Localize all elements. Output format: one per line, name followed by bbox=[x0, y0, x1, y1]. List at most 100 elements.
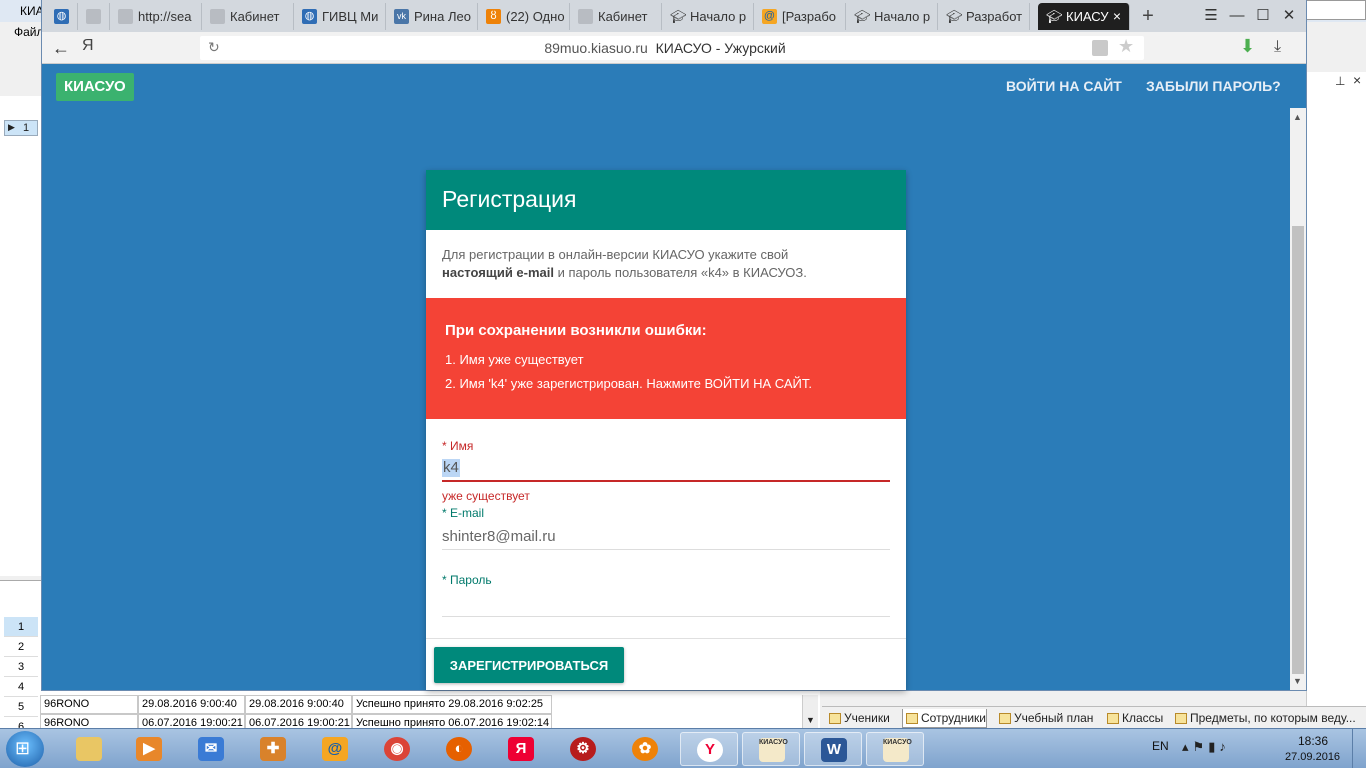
maximize-button[interactable]: ☐ bbox=[1250, 4, 1276, 28]
taskbar-kiasuo[interactable]: КИАСУО bbox=[742, 732, 800, 766]
background-search-field[interactable] bbox=[1306, 0, 1366, 20]
menu-file[interactable]: Файл bbox=[14, 25, 44, 39]
taskbar-chrome[interactable]: ◉ bbox=[368, 732, 426, 766]
browser-tab-active[interactable]: 🎓︎ КИАСУ × bbox=[1038, 3, 1130, 30]
windows-logo-icon: ⊞ bbox=[15, 738, 31, 758]
scrollbar-thumb[interactable] bbox=[1292, 226, 1304, 674]
grid-row-number[interactable]: 4 bbox=[4, 677, 38, 697]
taskbar-explorer[interactable] bbox=[60, 732, 118, 766]
close-tab-icon[interactable]: × bbox=[1113, 3, 1121, 30]
taskbar-media-player[interactable]: ▶ bbox=[120, 732, 178, 766]
tab-staff[interactable]: Сотрудники bbox=[902, 709, 987, 728]
scroll-down-icon[interactable]: ▼ bbox=[806, 715, 815, 725]
browser-tab[interactable]: vk Рина Лео bbox=[386, 3, 478, 30]
forgot-password-link[interactable]: ЗАБЫЛИ ПАРОЛЬ? bbox=[1146, 78, 1281, 94]
tab-students[interactable]: Ученики bbox=[826, 709, 890, 728]
kiasuo-app-icon: КИАСУО bbox=[883, 738, 912, 762]
taskbar-app[interactable]: ✚ bbox=[244, 732, 302, 766]
browser-tab[interactable]: ȣ (22) Одно bbox=[478, 3, 570, 30]
login-link[interactable]: ВОЙТИ НА САЙТ bbox=[1006, 78, 1122, 94]
background-app-toolbar bbox=[0, 44, 44, 72]
card-title: Регистрация bbox=[442, 186, 577, 212]
password-input[interactable] bbox=[442, 591, 890, 617]
grid-row-number[interactable]: 2 bbox=[4, 637, 38, 657]
page-scrollbar[interactable]: ▲ ▼ bbox=[1290, 108, 1306, 690]
language-indicator[interactable]: EN bbox=[1152, 739, 1169, 753]
tab-subjects[interactable]: Предметы, по которым веду... bbox=[1172, 709, 1356, 728]
browser-tab[interactable]: 🎓︎ Начало р bbox=[662, 3, 754, 30]
volume-icon[interactable]: ♪ bbox=[1219, 739, 1230, 754]
download-icon[interactable]: ⤓ bbox=[1274, 38, 1281, 56]
minimize-button[interactable]: — bbox=[1224, 4, 1250, 28]
table-scrollbar[interactable]: ▼ bbox=[802, 695, 818, 731]
table-cell: 29.08.2016 9:00:40 bbox=[138, 695, 245, 714]
mail-icon: ✉ bbox=[198, 737, 224, 761]
back-button[interactable]: ← bbox=[50, 36, 72, 60]
graduation-cap-icon: 🎓︎ bbox=[1046, 9, 1063, 24]
scroll-up-icon[interactable]: ▲ bbox=[1293, 112, 1302, 122]
network-icon[interactable]: ⚑ bbox=[1193, 739, 1209, 754]
clock-time[interactable]: 18:36 bbox=[1298, 734, 1328, 748]
close-icon[interactable]: × bbox=[1353, 72, 1361, 88]
yandex-logo[interactable]: Я bbox=[82, 37, 94, 55]
taskbar-mail[interactable]: ✉ bbox=[182, 732, 240, 766]
tab-classes[interactable]: Классы bbox=[1104, 709, 1163, 728]
browser-tab[interactable]: 🎓︎ Начало р bbox=[846, 3, 938, 30]
grid-row-number[interactable]: 1 bbox=[4, 617, 38, 637]
new-tab-button[interactable]: + bbox=[1136, 3, 1160, 29]
download-arrow-green-icon[interactable]: ⬇ bbox=[1240, 36, 1255, 57]
clock-date[interactable]: 27.09.2016 bbox=[1285, 751, 1340, 763]
browser-tab[interactable]: http://sea bbox=[110, 3, 202, 30]
page-icon bbox=[118, 9, 133, 24]
browser-tab[interactable]: @ [Разрабо bbox=[754, 3, 846, 30]
app-red-icon: ⚙ bbox=[570, 737, 596, 761]
grid-row-selected[interactable]: ▶ 1 bbox=[4, 120, 38, 136]
page-content: КИАСУО ВОЙТИ НА САЙТ ЗАБЫЛИ ПАРОЛЬ? ▲ ▼ … bbox=[42, 64, 1306, 690]
browser-tab[interactable]: 🎓︎ Разработ bbox=[938, 3, 1030, 30]
table-cell: 96RONO bbox=[40, 695, 138, 714]
scroll-down-icon[interactable]: ▼ bbox=[1293, 676, 1302, 686]
background-tabstrip: Ученики Сотрудники Учебный план Классы П… bbox=[822, 706, 1366, 728]
table-icon bbox=[999, 713, 1011, 724]
browser-tab[interactable]: ◍ ГИВЦ Ми bbox=[294, 3, 386, 30]
globe-icon: ◍ bbox=[302, 9, 317, 24]
taskbar-app-red[interactable]: ⚙ bbox=[554, 732, 612, 766]
background-side-pane: ⊥ × bbox=[1306, 72, 1366, 708]
browser-tab[interactable]: Кабинет bbox=[202, 3, 294, 30]
show-desktop-button[interactable] bbox=[1352, 729, 1366, 768]
brand-logo[interactable]: КИАСУО bbox=[56, 73, 134, 101]
name-input[interactable] bbox=[442, 456, 890, 482]
grid-row-number[interactable]: 3 bbox=[4, 657, 38, 677]
taskbar-yandex-browser[interactable]: Y bbox=[680, 732, 738, 766]
email-input[interactable] bbox=[442, 524, 890, 550]
browser-tab[interactable]: Кабинет bbox=[570, 3, 662, 30]
error-item: 1. Имя уже существует bbox=[445, 352, 584, 367]
taskbar-mail-agent[interactable]: @ bbox=[306, 732, 364, 766]
card-intro: Для регистрации в онлайн-версии КИАСУО у… bbox=[442, 247, 807, 280]
url-text: 89muo.kiasuo.ru КИАСУО - Ужурский bbox=[200, 40, 1130, 56]
taskbar-kiasuo-2[interactable]: КИАСУО bbox=[866, 732, 924, 766]
tab-curriculum[interactable]: Учебный план bbox=[996, 709, 1093, 728]
lock-icon[interactable] bbox=[1092, 40, 1108, 56]
browser-tabbar: ◍ http://sea Кабинет ◍ ГИВЦ Ми vk Рина Лео… bbox=[42, 0, 1306, 32]
taskbar-word[interactable]: W bbox=[804, 732, 862, 766]
grid-row-number[interactable]: 5 bbox=[4, 697, 38, 717]
taskbar-ok[interactable]: ✿ bbox=[616, 732, 674, 766]
browser-tab[interactable] bbox=[78, 3, 110, 30]
taskbar-firefox[interactable]: ◐ bbox=[430, 732, 488, 766]
table-icon bbox=[829, 713, 841, 724]
card-header: Регистрация bbox=[426, 170, 906, 230]
bookmark-star-icon[interactable]: ★ bbox=[1118, 36, 1134, 57]
power-icon[interactable]: ▮ bbox=[1208, 739, 1219, 754]
close-window-button[interactable]: ✕ bbox=[1276, 4, 1302, 28]
menu-icon[interactable]: ☰ bbox=[1198, 4, 1224, 28]
browser-tab[interactable]: ◍ bbox=[46, 3, 78, 30]
taskbar-yandex-search[interactable]: Я bbox=[492, 732, 550, 766]
tray-arrow-icon[interactable]: ▴ bbox=[1182, 739, 1193, 754]
pin-icon[interactable]: ⊥ bbox=[1335, 74, 1345, 88]
register-button[interactable]: ЗАРЕГИСТРИРОВАТЬСЯ bbox=[434, 647, 624, 683]
kiasuo-app-icon: КИАСУО bbox=[759, 738, 788, 762]
globe-icon: ◍ bbox=[54, 9, 69, 24]
start-button[interactable]: ⊞ bbox=[6, 731, 44, 767]
url-field[interactable]: ↻ 89muo.kiasuo.ru КИАСУО - Ужурский bbox=[200, 36, 1144, 60]
